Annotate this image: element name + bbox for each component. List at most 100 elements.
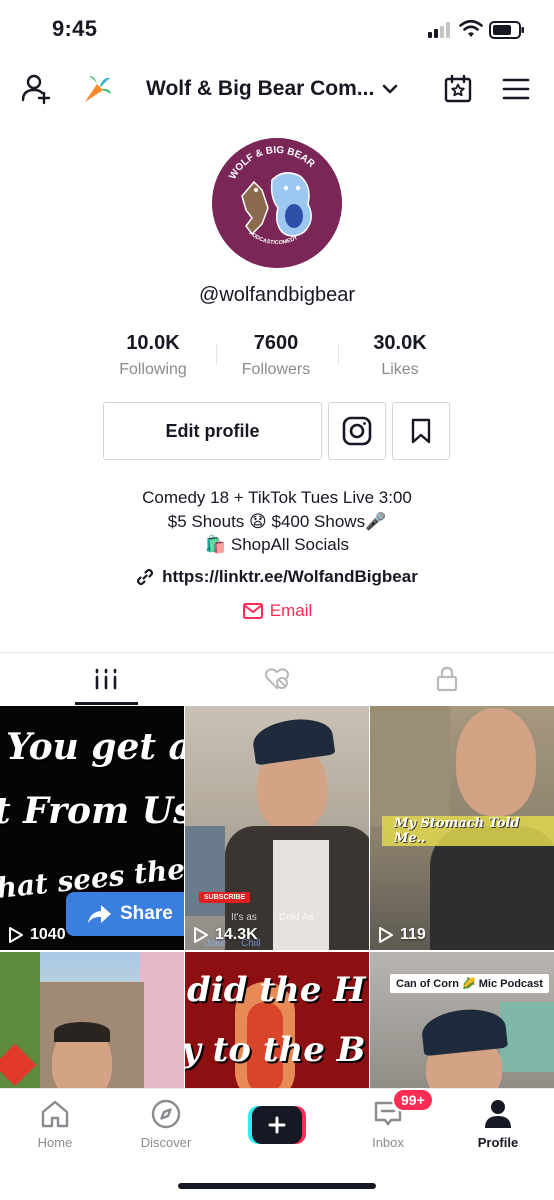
chevron-down-icon <box>382 84 398 94</box>
stat-label: Following <box>119 361 187 378</box>
battery-icon <box>489 21 524 39</box>
view-count-text: 119 <box>400 926 426 943</box>
bookmark-button[interactable] <box>392 402 450 460</box>
email-label: Email <box>269 601 313 620</box>
play-icon <box>194 927 208 943</box>
tab-private[interactable] <box>355 653 539 705</box>
inbox-badge: 99+ <box>392 1088 434 1112</box>
wifi-icon <box>459 19 483 37</box>
grid-icon <box>95 668 117 690</box>
view-count-text: 14.3K <box>215 926 258 943</box>
status-time: 9:45 <box>52 16 98 41</box>
video-tile[interactable] <box>0 952 184 1096</box>
share-overlay-text: Share <box>120 903 173 924</box>
view-count: 1040 <box>8 926 66 944</box>
nav-discover[interactable]: Discover <box>111 1097 221 1159</box>
caption-overlay: Cold As <box>279 912 314 923</box>
edit-profile-button[interactable]: Edit profile <box>103 402 322 460</box>
play-icon <box>9 927 23 943</box>
bio-line: Comedy 18 + TikTok Tues Live 3:00 <box>142 488 412 507</box>
caption-banner: My Stomach Told Me.. <box>382 816 554 846</box>
account-title: Wolf & Big Bear Com... <box>146 77 375 100</box>
username: @wolfandbigbear <box>199 284 355 306</box>
person-cap <box>420 1005 508 1057</box>
home-icon <box>41 1100 69 1128</box>
stat-value: 7600 <box>253 332 299 354</box>
stat-divider <box>338 344 339 364</box>
avatar[interactable]: WOLF & BIG BEAR PODCAST/COMEDY <box>212 138 342 268</box>
bio-line: 🛍️ ShopAll Socials <box>0 533 554 557</box>
heart-hidden-icon <box>265 668 289 690</box>
stat-following[interactable]: 10.0K Following <box>93 332 213 379</box>
active-tab-indicator <box>75 702 138 705</box>
video-overlay-text: did the H <box>187 970 366 1010</box>
create-plus-icon <box>268 1116 286 1134</box>
bio-link[interactable]: https://linktr.ee/WolfandBigbear <box>0 567 554 587</box>
bio-link-text: https://linktr.ee/WolfandBigbear <box>162 567 418 586</box>
envelope-icon <box>242 603 263 619</box>
stat-value: 30.0K <box>373 332 427 354</box>
bio: Comedy 18 + TikTok Tues Live 3:00 $5 Sho… <box>0 486 554 557</box>
nav-profile[interactable]: Profile <box>443 1097 553 1159</box>
background-wall <box>370 706 450 826</box>
background-blossoms <box>140 952 184 1096</box>
person-hair <box>54 1022 110 1042</box>
anguished-face-emoji: 😧 <box>249 511 267 531</box>
stat-label: Followers <box>241 361 311 378</box>
nav-label: Home <box>37 1135 73 1150</box>
podcast-label: Can of Corn 🌽 Mic Podcast <box>390 974 549 993</box>
create-button[interactable] <box>248 1106 306 1144</box>
profile-stats: 10.0K Following 7600 Followers 30.0K Lik… <box>0 332 554 382</box>
person-cap <box>250 714 336 766</box>
carrot-icon[interactable] <box>78 72 114 106</box>
tab-videos[interactable] <box>14 653 198 705</box>
stat-followers[interactable]: 7600 Followers <box>216 332 336 379</box>
tab-liked[interactable] <box>185 653 369 705</box>
bio-text: $5 Shouts <box>167 511 245 531</box>
profile-icon <box>485 1100 511 1128</box>
video-tile[interactable]: SUBSCRIBE It's as Cold As Joke Chill 14.… <box>185 706 369 950</box>
shopping-bags-emoji: 🛍️ <box>204 535 227 554</box>
video-tile[interactable]: did the H y to the B <box>185 952 369 1096</box>
instagram-button[interactable] <box>328 402 386 460</box>
video-tile[interactable]: My Stomach Told Me.. 119 <box>370 706 554 950</box>
view-count: 14.3K <box>193 926 258 944</box>
content-tabs <box>0 653 554 705</box>
video-tile[interactable]: You get a t From Us hat sees the Vi Shar… <box>0 706 184 950</box>
nav-label: Inbox <box>372 1135 404 1150</box>
bookmark-icon <box>411 418 431 444</box>
home-indicator <box>178 1183 376 1189</box>
bio-text: $400 Shows <box>271 511 366 531</box>
email-button[interactable]: Email <box>0 601 554 621</box>
share-overlay: Share <box>66 892 184 936</box>
hamburger-menu-icon[interactable] <box>498 72 534 106</box>
lock-icon <box>436 666 458 692</box>
add-user-icon[interactable] <box>18 72 54 106</box>
video-tile[interactable]: Can of Corn 🌽 Mic Podcast <box>370 952 554 1096</box>
status-bar: 9:45 <box>0 0 554 58</box>
video-grid: You get a t From Us hat sees the Vi Shar… <box>0 706 554 1096</box>
nav-home[interactable]: Home <box>0 1097 110 1159</box>
compass-icon <box>151 1099 181 1129</box>
microphone-emoji: 🎤 <box>365 511 387 531</box>
view-count-text: 1040 <box>30 926 66 943</box>
signal-icon <box>428 22 454 38</box>
play-icon <box>379 927 393 943</box>
calendar-star-icon[interactable] <box>440 72 476 106</box>
person-shirt <box>273 840 329 950</box>
instagram-icon <box>342 416 372 446</box>
stat-likes[interactable]: 30.0K Likes <box>340 332 460 379</box>
view-count: 119 <box>378 926 426 944</box>
subscribe-overlay: SUBSCRIBE <box>199 892 251 903</box>
background-poster <box>500 1002 554 1072</box>
account-switcher[interactable]: Wolf & Big Bear Com... <box>146 74 416 104</box>
stat-label: Likes <box>381 361 419 378</box>
video-overlay-text: You get a <box>6 726 184 768</box>
bio-text: ShopAll Socials <box>230 535 350 554</box>
nav-label: Profile <box>477 1135 519 1150</box>
nav-label: Discover <box>140 1135 192 1150</box>
share-arrow-icon <box>88 905 111 923</box>
link-icon <box>137 568 154 586</box>
video-overlay-text: t From Us <box>0 790 184 832</box>
person-face <box>456 708 536 816</box>
